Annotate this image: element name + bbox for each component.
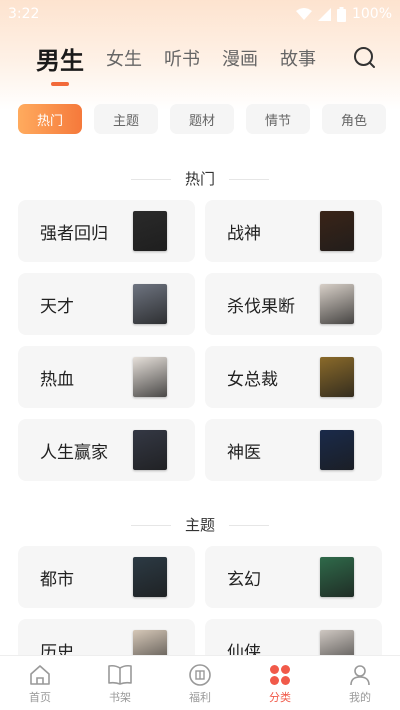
book-cover: [320, 211, 354, 251]
category-card[interactable]: 人生赢家: [18, 419, 195, 481]
home-icon: [30, 665, 50, 685]
gift-icon: [189, 664, 211, 686]
wifi-icon: [295, 7, 312, 20]
profile-icon: [350, 665, 370, 686]
book-cover: [320, 284, 354, 324]
nav-home-label: 首页: [29, 691, 51, 704]
category-card[interactable]: 热血: [18, 346, 195, 408]
tab-stories[interactable]: 故事: [280, 45, 316, 71]
divider: [130, 525, 171, 526]
category-label: 神医: [227, 442, 261, 463]
tab-audio[interactable]: 听书: [164, 45, 200, 71]
book-cover: [133, 430, 167, 470]
book-cover: [133, 557, 167, 597]
category-card[interactable]: 强者回归: [18, 200, 195, 262]
bottom-navigation: 首页 书架 福利 分类 我的: [0, 655, 400, 710]
book-cover: [320, 357, 354, 397]
nav-category-label: 分类: [269, 691, 291, 704]
divider: [229, 525, 269, 526]
tab-male[interactable]: 男生: [36, 41, 84, 76]
category-label: 玄幻: [227, 569, 261, 590]
book-cover: [133, 284, 167, 324]
category-icon: [270, 665, 290, 685]
search-icon: [354, 47, 375, 68]
category-card[interactable]: 玄幻: [205, 546, 382, 608]
category-label: 人生赢家: [40, 442, 108, 463]
nav-bookshelf-label: 书架: [109, 691, 131, 704]
chip-plot[interactable]: 情节: [246, 104, 310, 134]
book-cover: [320, 557, 354, 597]
search-button[interactable]: [350, 43, 380, 73]
nav-category[interactable]: 分类: [240, 656, 320, 710]
book-cover: [320, 430, 354, 470]
nav-profile-label: 我的: [349, 691, 371, 704]
category-label: 天才: [40, 296, 74, 317]
category-card[interactable]: 都市: [18, 546, 195, 608]
top-tab-bar: 男生 女生 听书 漫画 故事: [0, 36, 400, 80]
bookshelf-icon: [108, 664, 132, 685]
chip-theme[interactable]: 主题: [94, 104, 158, 134]
divider: [130, 179, 171, 180]
category-card[interactable]: 战神: [205, 200, 382, 262]
category-card[interactable]: 杀伐果断: [205, 273, 382, 335]
category-filter-chips: 热门 主题 题材 情节 角色: [18, 104, 400, 134]
divider: [229, 179, 269, 180]
section-title-theme: 主题: [0, 514, 400, 535]
nav-profile[interactable]: 我的: [320, 656, 400, 710]
status-time: 3:22: [8, 6, 40, 22]
section-title-text: 热门: [184, 170, 215, 188]
tab-comics[interactable]: 漫画: [222, 45, 258, 71]
status-icons: 100%: [295, 6, 392, 22]
chip-role[interactable]: 角色: [322, 104, 386, 134]
status-bar: 3:22 100%: [0, 0, 400, 28]
hot-category-grid: 强者回归 战神 天才 杀伐果断 热血 女总裁 人生赢家 神医: [18, 200, 382, 481]
category-card[interactable]: 神医: [205, 419, 382, 481]
category-label: 都市: [40, 569, 74, 590]
category-label: 战神: [227, 223, 261, 244]
nav-welfare-label: 福利: [189, 691, 211, 704]
section-title-hot: 热门: [0, 168, 400, 189]
signal-icon: [317, 7, 331, 21]
chip-genre[interactable]: 题材: [170, 104, 234, 134]
category-label: 热血: [40, 369, 74, 390]
nav-welfare[interactable]: 福利: [160, 656, 240, 710]
chip-hot[interactable]: 热门: [18, 104, 82, 134]
tab-female[interactable]: 女生: [106, 45, 142, 71]
category-label: 女总裁: [227, 369, 278, 390]
battery-level: 100%: [351, 6, 392, 22]
nav-bookshelf[interactable]: 书架: [80, 656, 160, 710]
book-cover: [133, 211, 167, 251]
category-card[interactable]: 天才: [18, 273, 195, 335]
category-card[interactable]: 女总裁: [205, 346, 382, 408]
category-label: 强者回归: [40, 223, 108, 244]
book-cover: [133, 357, 167, 397]
section-title-text: 主题: [184, 516, 215, 534]
category-label: 杀伐果断: [227, 296, 295, 317]
battery-icon: [336, 6, 346, 22]
nav-home[interactable]: 首页: [0, 656, 80, 710]
